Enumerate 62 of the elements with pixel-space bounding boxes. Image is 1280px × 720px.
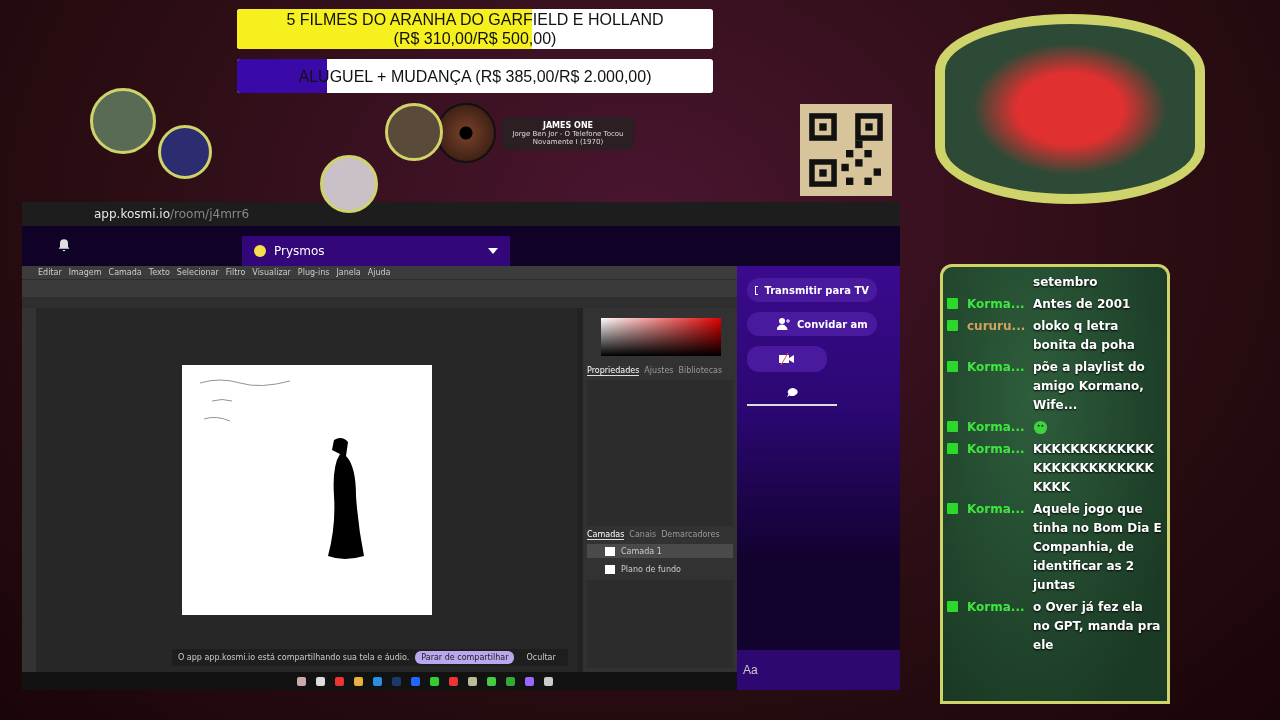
avatar-circle: [385, 103, 443, 161]
panel-tab[interactable]: Canais: [629, 530, 657, 541]
layer-row[interactable]: Plano de fundo: [587, 562, 733, 577]
layer-name: Camada 1: [621, 546, 662, 556]
caret-icon: [488, 248, 498, 254]
chat-username: cururu...: [967, 318, 1027, 335]
chat-username: Korma...: [967, 359, 1026, 376]
panel-tab[interactable]: Camadas: [587, 530, 625, 541]
camera-off-icon: [779, 353, 795, 365]
panel-tab[interactable]: Demarcadores: [661, 530, 720, 541]
platform-badge-icon: [947, 320, 958, 331]
invite-button[interactable]: Convidar am: [747, 312, 877, 336]
panel-tab[interactable]: Bibliotecas: [678, 366, 723, 376]
platform-badge-icon: [947, 503, 958, 514]
stop-sharing-button[interactable]: Parar de compartilhar: [415, 651, 515, 664]
chat-message: o Over já fez ela no GPT, manda pra ele: [1033, 599, 1162, 654]
panel-tab[interactable]: Ajustes: [644, 366, 674, 376]
platform-badge-icon: [947, 361, 958, 372]
room-selector[interactable]: Prysmos: [242, 236, 510, 266]
cast-button[interactable]: Transmitir para TV: [747, 278, 877, 302]
share-notice-text: O app app.kosmi.io está compartilhando sua tela e áudio.: [178, 653, 410, 662]
room-dot-icon: [254, 245, 266, 257]
layer-name: Plano de fundo: [621, 564, 681, 574]
platform-badge-icon: [947, 421, 958, 432]
chat-username: Korma...: [967, 419, 1026, 436]
chat-username: Korma...: [967, 296, 1026, 313]
chat-message: setembro: [1033, 274, 1099, 291]
menu-item[interactable]: Janela: [336, 268, 361, 277]
avatar-circle: [320, 155, 378, 213]
platform-badge-icon: [947, 298, 958, 309]
menu-item[interactable]: Imagem: [68, 268, 102, 277]
menu-item[interactable]: Plug-ins: [297, 268, 330, 277]
bell-icon[interactable]: [56, 238, 72, 254]
chat-username: Korma...: [967, 441, 1026, 458]
smiley-emote-icon: [1033, 420, 1048, 435]
chat-message: põe a playlist do amigo Kormano, Wife...: [1033, 359, 1146, 414]
menu-item[interactable]: Editar: [38, 268, 62, 277]
platform-badge-icon: [947, 601, 958, 612]
chat-message: Antes de 2001: [1033, 296, 1132, 313]
camera-toggle-button[interactable]: [747, 346, 827, 372]
avatar-circle: [158, 125, 212, 179]
chat-message: KKKKKKKKKKKKKKKKKKKKKKKKKKKKKK: [1033, 441, 1155, 496]
menu-item[interactable]: Selecionar: [176, 268, 219, 277]
chat-username: Korma...: [967, 599, 1026, 616]
panel-tab[interactable]: Propriedades: [587, 366, 640, 376]
menu-item[interactable]: Camada: [108, 268, 142, 277]
menu-item[interactable]: Ajuda: [367, 268, 391, 277]
layer-row[interactable]: Camada 1: [587, 544, 733, 559]
menu-item[interactable]: Filtro: [225, 268, 246, 277]
chat-username: Korma...: [967, 501, 1026, 518]
menu-item[interactable]: Texto: [148, 268, 170, 277]
platform-badge-icon: [947, 443, 958, 454]
address-bar[interactable]: app.kosmi.io/room/j4mrr6: [22, 202, 900, 226]
url-path: /room/j4mrr6: [170, 207, 250, 221]
url-host: app.kosmi.io: [94, 207, 171, 221]
speech-bubble-icon: [786, 388, 798, 398]
station-name: JAMES ONE: [542, 120, 594, 130]
hide-button[interactable]: Ocultar: [520, 652, 562, 663]
menu-item[interactable]: Visualizar: [252, 268, 291, 277]
chat-input-field[interactable]: Aa: [737, 650, 900, 690]
color-picker[interactable]: [601, 318, 721, 356]
add-user-icon: [777, 318, 791, 330]
